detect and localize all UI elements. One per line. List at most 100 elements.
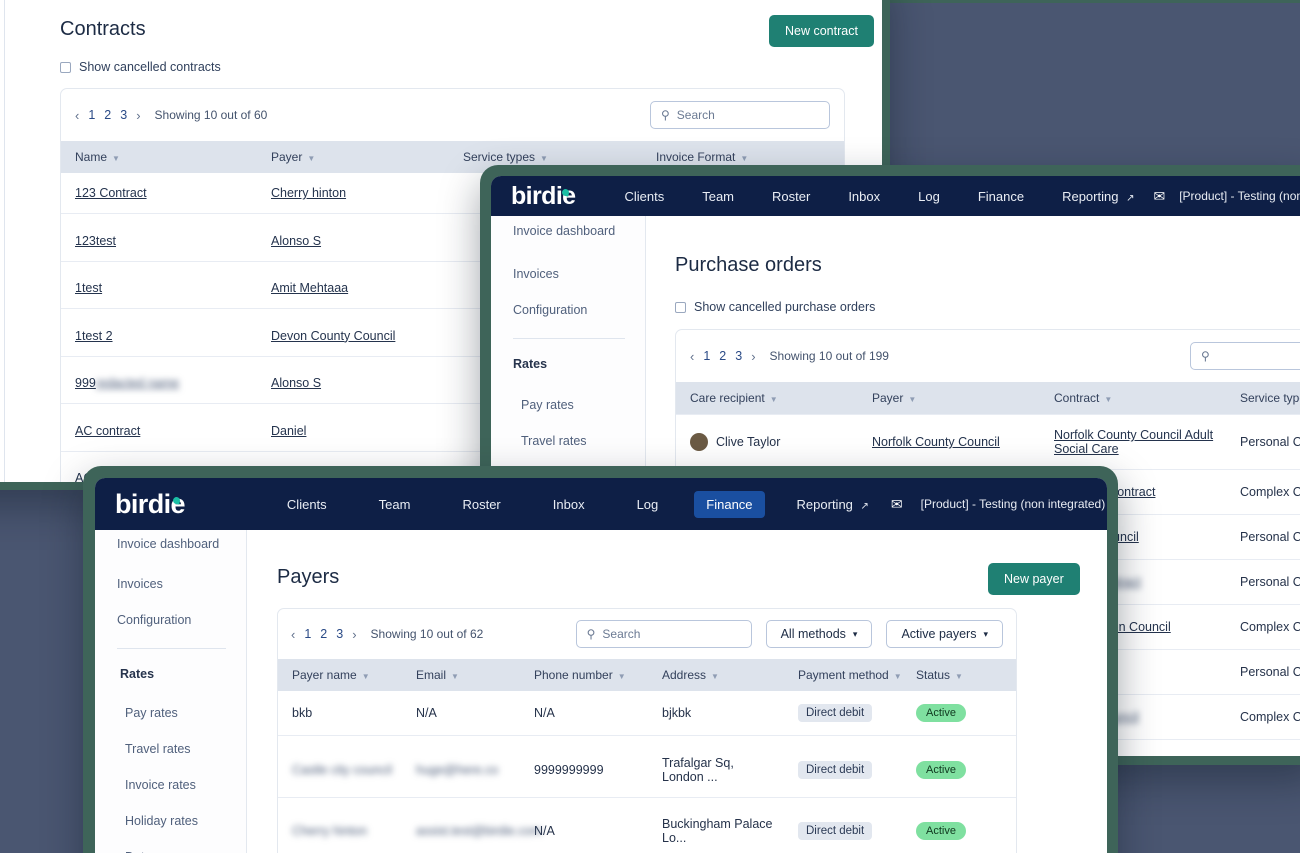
column-header-payer[interactable]: Payer ▼ (862, 382, 1044, 415)
contract-name-link[interactable]: 123 Contract (75, 186, 147, 200)
nav-item-log[interactable]: Log (906, 183, 952, 210)
sort-caret-icon[interactable]: ▼ (894, 672, 902, 681)
table-row[interactable]: Castle city council huge@here.co 999999999… (278, 743, 1016, 798)
pagination-prev-icon[interactable]: ‹ (690, 349, 694, 364)
sidebar-item-invoice-dashboard[interactable]: Invoice dashboard (95, 530, 246, 558)
payers-pagination[interactable]: ‹ 1 2 3 › (291, 627, 357, 642)
mail-icon[interactable]: ✉ (1153, 188, 1165, 205)
nav-item-team[interactable]: Team (690, 183, 746, 210)
po-org-label[interactable]: [Product] - Testing (non integrated) (1179, 189, 1300, 203)
nav-item-inbox[interactable]: Inbox (836, 183, 892, 210)
sort-caret-icon[interactable]: ▼ (908, 395, 916, 404)
sidebar-item-holiday-rates[interactable]: Holiday rates (95, 803, 246, 839)
column-header-service-types[interactable]: Service types▼ (1230, 382, 1300, 415)
pagination-page-1[interactable]: 1 (304, 627, 311, 641)
nav-item-clients[interactable]: Clients (275, 491, 339, 518)
table-row[interactable]: Cherry hinton assist.test@birdie.com N/A Bu… (278, 804, 1016, 853)
nav-item-finance[interactable]: Finance (966, 183, 1036, 210)
column-header-contract[interactable]: Contract ▼ (1044, 382, 1230, 415)
contract-name-link[interactable]: 1test (75, 281, 102, 295)
payer-link[interactable]: Alonso S (271, 376, 321, 390)
payers-org-label[interactable]: [Product] - Testing (non integrated)▾ (921, 497, 1107, 511)
column-header-payment-method[interactable]: Payment method ▼ (788, 659, 906, 691)
sort-caret-icon[interactable]: ▼ (307, 154, 315, 163)
sort-caret-icon[interactable]: ▼ (711, 672, 719, 681)
contracts-pagination[interactable]: ‹ 1 2 3 › (75, 108, 141, 123)
pagination-page-2[interactable]: 2 (719, 349, 726, 363)
po-pagination[interactable]: ‹ 1 2 3 › (690, 349, 756, 364)
sidebar-item-date-groups[interactable]: Date groups (95, 839, 246, 853)
sidebar-item-configuration[interactable]: Configuration (95, 602, 246, 638)
sidebar-item-invoices[interactable]: Invoices (491, 256, 645, 292)
nav-item-roster[interactable]: Roster (760, 183, 822, 210)
pagination-page-3[interactable]: 3 (735, 349, 742, 363)
sidebar-item-travel-rates[interactable]: Travel rates (95, 731, 246, 767)
sidebar-item-invoice-dashboard[interactable]: Invoice dashboard (491, 216, 645, 246)
sort-caret-icon[interactable]: ▼ (740, 154, 748, 163)
pagination-next-icon[interactable]: › (352, 627, 356, 642)
sort-caret-icon[interactable]: ▼ (1104, 395, 1112, 404)
nav-item-reporting[interactable]: Reporting ↗︎ (785, 491, 881, 518)
column-header-payer[interactable]: Payer ▼ (261, 141, 453, 173)
nav-item-clients[interactable]: Clients (612, 183, 676, 210)
column-header-status[interactable]: Status ▼ (906, 659, 1016, 691)
pagination-page-3[interactable]: 3 (120, 108, 127, 122)
pagination-page-3[interactable]: 3 (336, 627, 343, 641)
nav-item-inbox[interactable]: Inbox (541, 491, 597, 518)
column-header-address[interactable]: Address ▼ (652, 659, 788, 691)
new-payer-button[interactable]: New payer (988, 563, 1080, 595)
payers-search-input[interactable]: ⚲ Search (575, 620, 752, 648)
sort-caret-icon[interactable]: ▼ (955, 672, 963, 681)
contract-name-link[interactable]: 1test 2 (75, 329, 113, 343)
show-cancelled-po-checkbox[interactable] (675, 301, 686, 313)
contract-name-link[interactable]: 123test (75, 234, 116, 248)
nav-item-team[interactable]: Team (367, 491, 423, 518)
show-cancelled-po-row[interactable]: Show cancelled purchase orders (675, 300, 875, 314)
sidebar-item-configuration[interactable]: Configuration (491, 292, 645, 328)
pagination-prev-icon[interactable]: ‹ (75, 108, 79, 123)
new-contract-button[interactable]: New contract (769, 15, 874, 47)
payment-method-filter[interactable]: All methods ▾ (765, 620, 873, 648)
nav-item-reporting[interactable]: Reporting ↗︎ (1050, 183, 1146, 210)
sidebar-item-pay-rates[interactable]: Pay rates (95, 695, 246, 731)
show-cancelled-contracts-checkbox[interactable] (60, 61, 71, 73)
sidebar-item-invoices[interactable]: Invoices (95, 566, 246, 602)
redacted-text[interactable]: redacted name (96, 376, 179, 390)
pagination-next-icon[interactable]: › (751, 349, 755, 364)
payer-link[interactable]: Cherry hinton (271, 186, 346, 200)
sort-caret-icon[interactable]: ▼ (540, 154, 548, 163)
nav-item-roster[interactable]: Roster (450, 491, 512, 518)
nav-item-finance[interactable]: Finance (694, 490, 765, 518)
po-search-input[interactable]: ⚲ (1190, 342, 1300, 370)
contract-name-link[interactable]: AC contract (75, 424, 140, 438)
pagination-prev-icon[interactable]: ‹ (291, 627, 295, 642)
pagination-next-icon[interactable]: › (136, 108, 140, 123)
sort-caret-icon[interactable]: ▼ (451, 672, 459, 681)
pagination-page-1[interactable]: 1 (703, 349, 710, 363)
sort-caret-icon[interactable]: ▼ (362, 672, 370, 681)
column-header-name[interactable]: Name ▼ (61, 141, 261, 173)
sort-caret-icon[interactable]: ▼ (618, 672, 626, 681)
sidebar-item-pay-rates[interactable]: Pay rates (491, 387, 645, 423)
payer-link[interactable]: Amit Mehtaaa (271, 281, 348, 295)
column-header-payer-name[interactable]: Payer name ▼ (278, 659, 406, 691)
show-cancelled-contracts-row[interactable]: Show cancelled contracts (60, 60, 221, 74)
po-brand-logo[interactable]: birdie (491, 182, 583, 211)
pagination-page-2[interactable]: 2 (320, 627, 327, 641)
column-header-care-recipient[interactable]: Care recipient ▼ (676, 382, 862, 415)
column-header-phone-number[interactable]: Phone number ▼ (524, 659, 652, 691)
table-row[interactable]: Clive Taylor Norfolk County Council Norfol… (676, 414, 1300, 470)
pagination-page-2[interactable]: 2 (104, 108, 111, 122)
sort-caret-icon[interactable]: ▼ (112, 154, 120, 163)
sidebar-item-invoice-rates[interactable]: Invoice rates (95, 767, 246, 803)
payers-brand-logo[interactable]: birdie (95, 489, 193, 520)
payer-link[interactable]: Devon County Council (271, 329, 395, 343)
sort-caret-icon[interactable]: ▼ (770, 395, 778, 404)
contracts-search-input[interactable]: ⚲ Search (650, 101, 830, 129)
nav-item-log[interactable]: Log (625, 491, 671, 518)
table-row[interactable]: bkb N/A N/A bjkbk Direct debit Active (278, 691, 1016, 736)
sidebar-item-travel-rates[interactable]: Travel rates (491, 423, 645, 459)
contract-name-link[interactable]: 999 (75, 376, 96, 390)
mail-icon[interactable]: ✉ (891, 496, 903, 513)
payer-link[interactable]: Daniel (271, 424, 306, 438)
